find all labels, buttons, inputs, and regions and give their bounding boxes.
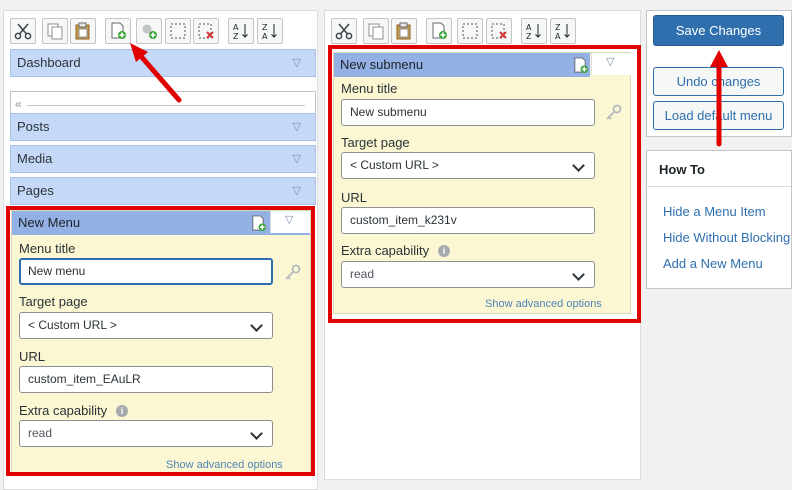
delete-button[interactable] <box>486 18 512 44</box>
svg-text:Z: Z <box>526 32 532 40</box>
svg-text:A: A <box>555 32 561 40</box>
save-changes-button[interactable]: Save Changes <box>653 15 784 46</box>
sort-az-icon: AZ <box>526 23 541 40</box>
copy-button[interactable] <box>42 18 68 44</box>
paste-button[interactable] <box>70 18 96 44</box>
svg-text:A: A <box>262 32 268 40</box>
add-new-menu-link[interactable]: Add a New Menu <box>663 256 763 271</box>
how-to-divider <box>647 186 791 187</box>
copy-icon <box>368 23 384 40</box>
cut-button[interactable] <box>10 18 36 44</box>
paste-icon <box>75 22 90 40</box>
menu-item-media[interactable]: Media ▽ <box>10 145 316 173</box>
hide-without-blocking-link[interactable]: Hide Without Blocking <box>663 230 790 245</box>
menu-item-label: Pages <box>17 183 54 198</box>
svg-text:A: A <box>526 23 532 32</box>
new-submenu-button[interactable] <box>426 18 452 44</box>
svg-text:Z: Z <box>233 32 239 40</box>
new-separator-button[interactable] <box>136 18 162 44</box>
hide-button[interactable] <box>457 18 483 44</box>
how-to-panel: How To Hide a Menu Item Hide Without Blo… <box>646 150 792 289</box>
how-to-title: How To <box>659 162 705 177</box>
svg-text:Z: Z <box>262 23 268 32</box>
menu-item-label: Dashboard <box>17 55 81 70</box>
sort-az-icon: AZ <box>233 23 248 40</box>
menu-item-pages[interactable]: Pages ▽ <box>10 177 316 205</box>
sort-za-icon: ZA <box>555 23 570 40</box>
sort-descending-button[interactable]: ZA <box>550 18 576 44</box>
paste-icon <box>396 22 411 40</box>
svg-text:Z: Z <box>555 23 561 32</box>
scissors-icon <box>14 23 32 40</box>
delete-doc-icon <box>198 23 214 39</box>
collapse-handle-icon[interactable]: « <box>15 97 22 111</box>
scissors-icon <box>335 23 353 40</box>
expand-toggle-icon[interactable]: ▽ <box>293 146 301 172</box>
menu-item-label: Media <box>17 151 53 166</box>
new-menu-icon <box>432 22 447 39</box>
hide-menu-item-link[interactable]: Hide a Menu Item <box>663 204 766 219</box>
load-default-menu-button[interactable]: Load default menu <box>653 101 784 130</box>
cut-button[interactable] <box>331 18 357 44</box>
sort-descending-button[interactable]: ZA <box>257 18 283 44</box>
hide-dashed-icon <box>170 23 186 39</box>
hide-dashed-icon <box>462 23 478 39</box>
copy-icon <box>47 23 63 40</box>
expand-toggle-icon[interactable]: ▽ <box>293 114 301 140</box>
new-menu-button[interactable] <box>105 18 131 44</box>
highlight-new-menu-box <box>6 206 315 476</box>
expand-toggle-icon[interactable]: ▽ <box>293 178 301 204</box>
delete-button[interactable] <box>193 18 219 44</box>
highlight-new-submenu-box <box>328 45 641 323</box>
menu-item-posts[interactable]: Posts ▽ <box>10 113 316 141</box>
separator-line <box>27 105 305 106</box>
expand-toggle-icon[interactable]: ▽ <box>293 50 301 76</box>
paste-button[interactable] <box>391 18 417 44</box>
hide-button[interactable] <box>165 18 191 44</box>
svg-text:A: A <box>233 23 239 32</box>
sort-ascending-button[interactable]: AZ <box>228 18 254 44</box>
undo-changes-button[interactable]: Undo changes <box>653 67 784 96</box>
menu-item-dashboard[interactable]: Dashboard ▽ <box>10 49 316 77</box>
menu-item-label: Posts <box>17 119 50 134</box>
sort-ascending-button[interactable]: AZ <box>521 18 547 44</box>
copy-button[interactable] <box>363 18 389 44</box>
delete-doc-icon <box>491 23 507 39</box>
new-separator-icon <box>142 24 157 39</box>
new-menu-icon <box>111 22 126 39</box>
sort-za-icon: ZA <box>262 23 277 40</box>
